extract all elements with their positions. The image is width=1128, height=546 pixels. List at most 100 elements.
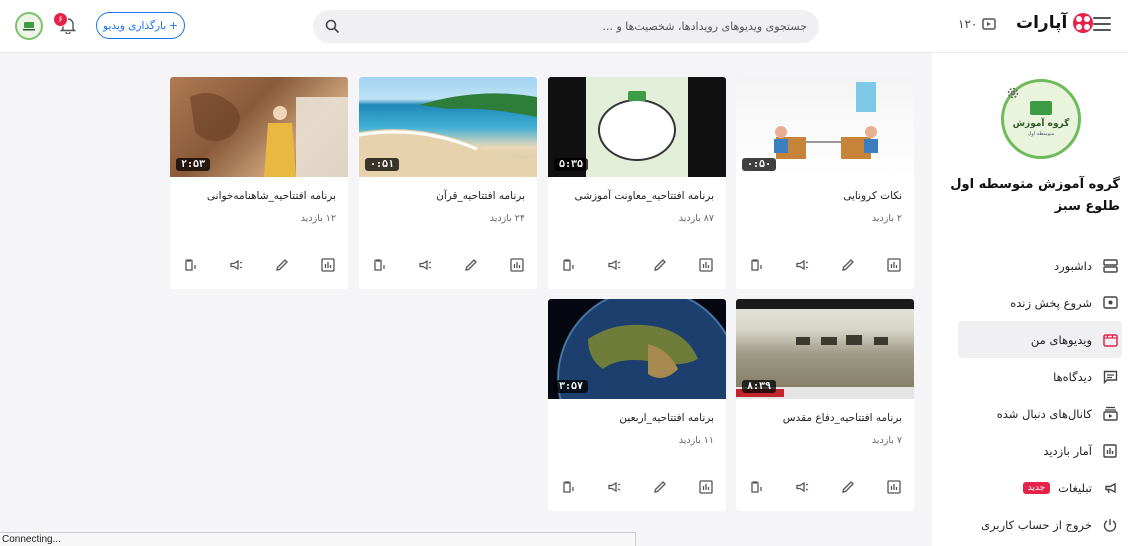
delete-icon[interactable] [748, 479, 764, 495]
credit-display[interactable]: ۱۲۰ [958, 17, 997, 31]
aparat-logo[interactable]: آپارات [1016, 12, 1094, 34]
video-title[interactable]: برنامه افتتاحیه_قرآن [365, 190, 525, 202]
edit-icon[interactable] [840, 257, 856, 273]
stats-icon[interactable] [886, 257, 902, 273]
top-header: آپارات ۱۲۰ جستجوی ویدیوهای رویدادها، شخص… [0, 0, 1128, 53]
video-credit-icon [982, 18, 997, 30]
video-duration: ۰:۵۱ [365, 158, 400, 171]
promote-icon[interactable] [606, 479, 622, 495]
video-title[interactable]: برنامه افتتاحیه_شاهنامه‌خوانی [176, 190, 336, 202]
video-card[interactable]: ۰:۵۱ برنامه افتتاحیه_قرآن ۲۴ بازدید [359, 77, 537, 289]
edit-icon[interactable] [463, 257, 479, 273]
video-title[interactable]: برنامه افتتاحیه_دفاع مقدس [742, 412, 902, 424]
video-views: ۱۲ بازدید [300, 213, 336, 224]
video-title[interactable]: برنامه افتتاحیه_اربعین [554, 412, 714, 424]
video-duration: ۰:۵۰ [742, 158, 777, 171]
video-title[interactable]: برنامه افتتاحیه_معاونت آموزشی [554, 190, 714, 202]
notification-badge: ۶ [53, 12, 68, 27]
sidebar-item-label: شروع پخش زنده [1010, 295, 1092, 310]
video-views: ۲ بازدید [871, 213, 902, 224]
video-duration: ۵:۳۵ [554, 158, 589, 171]
search-input[interactable]: جستجوی ویدیوهای رویدادها، شخصیت‌ها و ... [340, 20, 807, 33]
sidebar-menu: داشبورد شروع پخش زنده ویدیوهای من دیدگاه… [958, 247, 1122, 543]
video-actions [748, 257, 902, 273]
upload-video-button[interactable]: + بارگذاری ویدیو [96, 12, 185, 39]
stats-icon [1102, 443, 1118, 459]
logo-text: آپارات [1016, 13, 1068, 33]
browser-status-bar: Connecting... [0, 532, 636, 546]
video-card[interactable]: ۲:۵۳ برنامه افتتاحیه_شاهنامه‌خوانی ۱۲ با… [170, 77, 348, 289]
delete-icon[interactable] [560, 257, 576, 273]
search-icon[interactable] [325, 19, 340, 34]
video-card[interactable]: ۳:۵۷ برنامه افتتاحیه_اربعین ۱۱ بازدید [548, 299, 726, 511]
video-actions [748, 479, 902, 495]
delete-icon[interactable] [371, 257, 387, 273]
sidebar-item-label: ویدیوهای من [1030, 332, 1092, 347]
comments-icon [1102, 369, 1118, 385]
channel-name: گروه آموزش متوسطه اول طلوع سبز [950, 177, 1120, 214]
video-actions [560, 257, 714, 273]
video-thumbnail[interactable]: ۸:۳۹ [736, 299, 914, 399]
delete-icon[interactable] [560, 479, 576, 495]
stats-icon[interactable] [886, 479, 902, 495]
video-thumbnail[interactable]: ۰:۵۱ [359, 77, 537, 177]
video-card[interactable]: ۵:۳۵ برنامه افتتاحیه_معاونت آموزشی ۸۷ با… [548, 77, 726, 289]
logout-icon [1102, 517, 1118, 533]
stats-icon[interactable] [698, 479, 714, 495]
promote-icon[interactable] [228, 257, 244, 273]
sidebar-item-stats[interactable]: آمار بازدید [958, 432, 1122, 469]
channel-avatar-title: گروه آموزش [1012, 119, 1070, 129]
gear-icon[interactable] [1006, 86, 1020, 100]
video-views: ۲۴ بازدید [489, 213, 525, 224]
sidebar-item-ads[interactable]: تبلیغات جدید [958, 469, 1122, 506]
video-thumbnail[interactable]: ۵:۳۵ [548, 77, 726, 177]
sidebar-item-comments[interactable]: دیدگاه‌ها [958, 358, 1122, 395]
stats-icon[interactable] [509, 257, 525, 273]
avatar-logo-icon [23, 22, 35, 31]
video-thumbnail[interactable]: ۰:۵۰ [736, 77, 914, 177]
edit-icon[interactable] [652, 257, 668, 273]
video-views: ۷ بازدید [871, 435, 902, 446]
sidebar-item-label: کانال‌های دنبال شده [996, 406, 1092, 421]
dashboard-icon [1102, 258, 1118, 274]
video-views: ۸۷ بازدید [678, 213, 714, 224]
promote-icon[interactable] [794, 257, 810, 273]
live-icon [1102, 295, 1118, 311]
channel-logo-icon [1030, 101, 1052, 115]
edit-icon[interactable] [840, 479, 856, 495]
user-avatar[interactable] [15, 12, 43, 40]
credit-value: ۱۲۰ [958, 17, 978, 31]
menu-icon[interactable] [1093, 17, 1111, 31]
video-thumbnail[interactable]: ۳:۵۷ [548, 299, 726, 399]
sidebar-item-my-videos[interactable]: ویدیوهای من [958, 321, 1122, 358]
edit-icon[interactable] [652, 479, 668, 495]
upload-label: بارگذاری ویدیو [103, 19, 167, 32]
video-actions [560, 479, 714, 495]
promote-icon[interactable] [794, 479, 810, 495]
video-card[interactable]: ۸:۳۹ برنامه افتتاحیه_دفاع مقدس ۷ بازدید [736, 299, 914, 511]
sidebar-item-subscriptions[interactable]: کانال‌های دنبال شده [958, 395, 1122, 432]
sidebar-item-label: دیدگاه‌ها [1053, 369, 1092, 384]
search-bar[interactable]: جستجوی ویدیوهای رویدادها، شخصیت‌ها و ... [313, 10, 819, 43]
stats-icon[interactable] [698, 257, 714, 273]
video-duration: ۸:۳۹ [742, 380, 777, 393]
ads-icon [1102, 480, 1118, 496]
video-card[interactable]: ۰:۵۰ نکات کرونایی ۲ بازدید [736, 77, 914, 289]
sidebar-item-dashboard[interactable]: داشبورد [958, 247, 1122, 284]
delete-icon[interactable] [748, 257, 764, 273]
sidebar-item-live[interactable]: شروع پخش زنده [958, 284, 1122, 321]
my-videos-icon [1102, 332, 1118, 348]
video-thumbnail[interactable]: ۲:۵۳ [170, 77, 348, 177]
delete-icon[interactable] [182, 257, 198, 273]
stats-icon[interactable] [320, 257, 336, 273]
promote-icon[interactable] [606, 257, 622, 273]
sidebar-item-label: تبلیغات [1058, 480, 1092, 495]
video-title[interactable]: نکات کرونایی [742, 190, 902, 202]
plus-icon: + [169, 19, 178, 32]
subscriptions-icon [1102, 406, 1118, 422]
video-duration: ۲:۵۳ [176, 158, 211, 171]
edit-icon[interactable] [274, 257, 290, 273]
sidebar-item-logout[interactable]: خروج از حساب کاربری [958, 506, 1122, 543]
sidebar-item-label: خروج از حساب کاربری [981, 517, 1092, 532]
promote-icon[interactable] [417, 257, 433, 273]
